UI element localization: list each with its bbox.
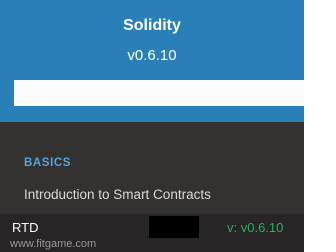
current-version-label[interactable]: v: v0.6.10 [227, 220, 283, 236]
rtd-label[interactable]: RTD [12, 220, 38, 236]
version-label: v0.6.10 [127, 47, 177, 64]
project-name-link[interactable]: Solidity [0, 16, 304, 36]
docs-page: Solidity v0.6.10 BASICS Introduction to … [0, 0, 336, 252]
sidebar: Solidity v0.6.10 BASICS Introduction to … [0, 0, 304, 252]
redacted-block [149, 216, 199, 238]
nav-item-introduction[interactable]: Introduction to Smart Contracts [24, 186, 211, 204]
watermark: www.fitgame.com [10, 238, 97, 250]
sidebar-header: Solidity v0.6.10 [0, 0, 304, 122]
nav-caption-basics: BASICS [24, 157, 72, 169]
search-input[interactable] [14, 80, 304, 106]
